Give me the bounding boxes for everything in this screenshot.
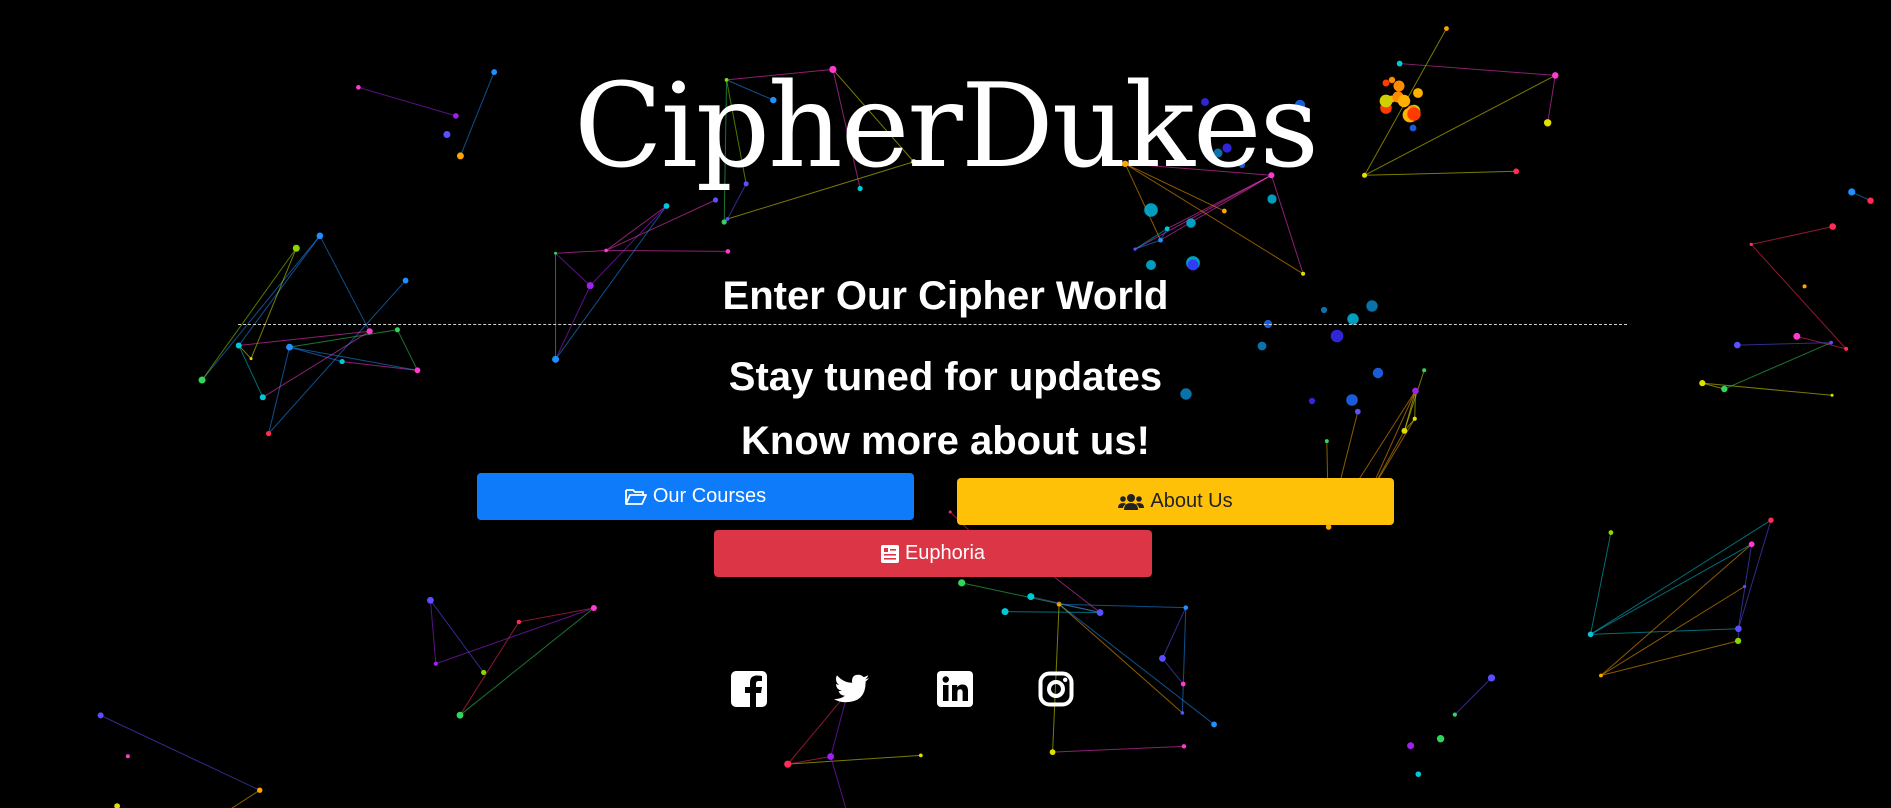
about-us-label: About Us (1150, 490, 1233, 512)
users-icon (1118, 493, 1145, 511)
folder-open-icon (624, 488, 647, 506)
tagline-about: Know more about us! (741, 419, 1150, 463)
twitter-icon (831, 669, 871, 709)
hero-subtitle: Enter Our Cipher World (722, 274, 1169, 318)
instagram-icon (1036, 669, 1076, 709)
newspaper-icon (880, 544, 899, 563)
tagline-updates: Stay tuned for updates (728, 355, 1163, 399)
section-divider (238, 324, 1627, 325)
about-us-button[interactable]: About Us (957, 478, 1394, 525)
our-courses-label: Our Courses (652, 485, 767, 507)
instagram-link[interactable] (1036, 669, 1076, 709)
linkedin-link[interactable] (935, 669, 975, 709)
our-courses-button[interactable]: Our Courses (477, 473, 914, 520)
facebook-icon (729, 669, 769, 709)
euphoria-button[interactable]: Euphoria (714, 530, 1152, 577)
brand-title: CipherDukes (573, 59, 1319, 194)
linkedin-icon (935, 669, 975, 709)
facebook-link[interactable] (729, 669, 769, 709)
twitter-link[interactable] (831, 669, 871, 709)
euphoria-label: Euphoria (904, 542, 986, 564)
